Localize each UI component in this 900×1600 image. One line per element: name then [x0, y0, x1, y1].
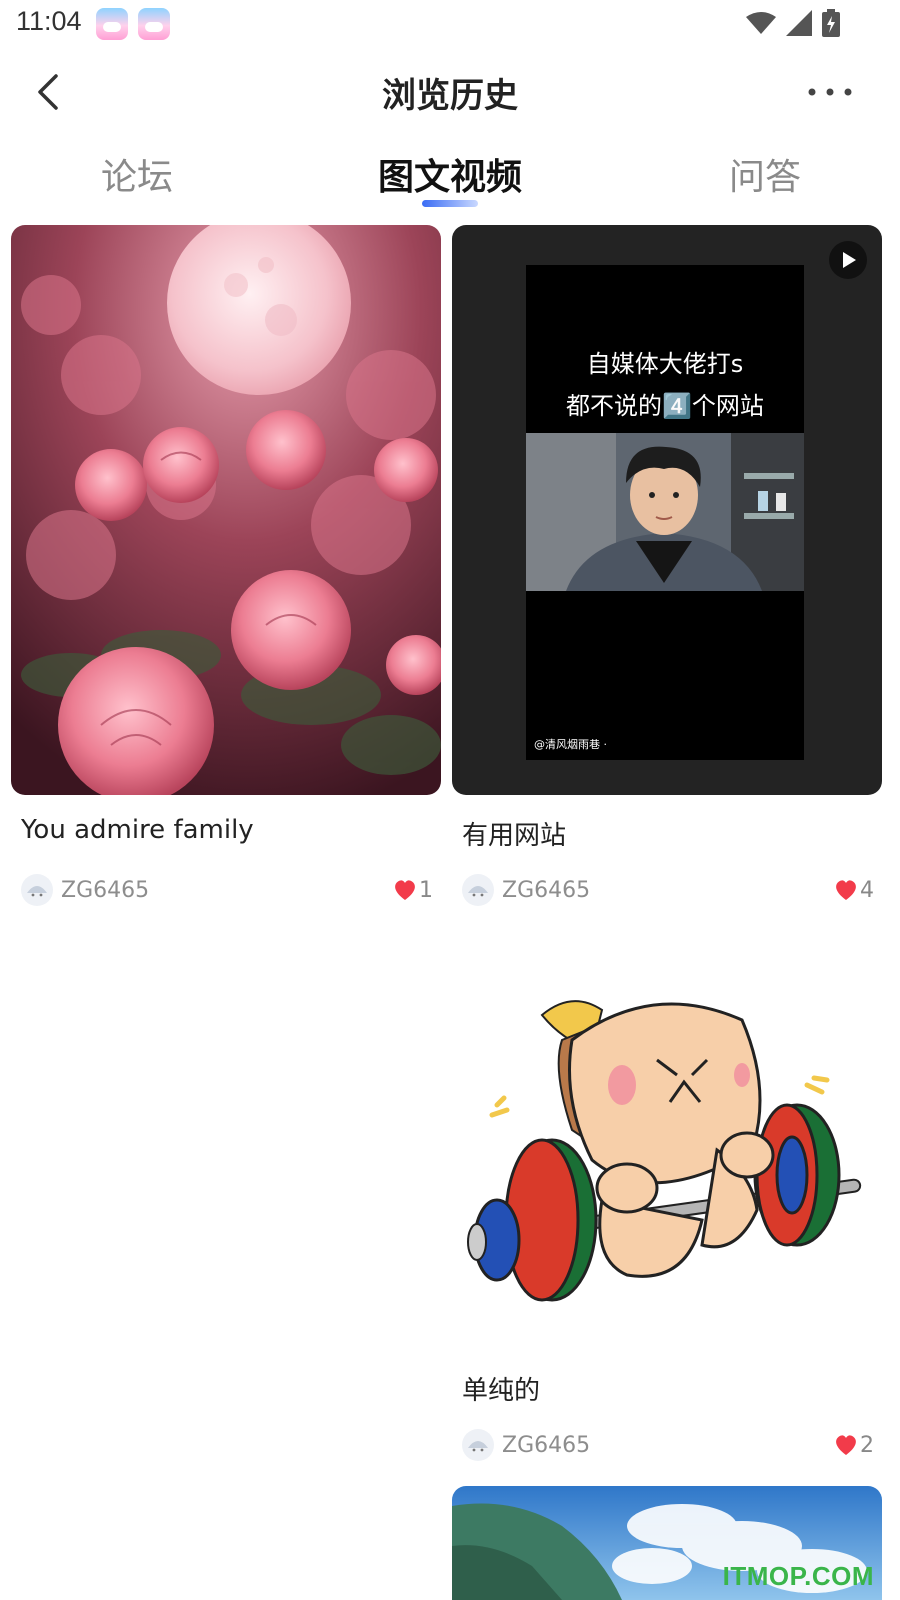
- post-meta: ZG6465 4: [462, 873, 874, 907]
- system-icons: [746, 8, 840, 38]
- avatar-icon: [468, 1441, 488, 1452]
- post-meta: ZG6465 2: [462, 1428, 874, 1462]
- page-title: 浏览历史: [382, 76, 518, 116]
- heart-icon: [836, 880, 856, 900]
- post-card[interactable]: 单纯的 ZG6465 2: [452, 980, 882, 1461]
- cartoon-weightlifting-sticker: [467, 1000, 862, 1302]
- avatar-icon: [468, 886, 488, 897]
- avatar-icon: [27, 886, 47, 897]
- status-time: 11:04: [16, 6, 82, 36]
- video-text-line: 自媒体大佬打s: [586, 350, 744, 378]
- heart-icon: [395, 880, 415, 900]
- author-name[interactable]: ZG6465: [61, 878, 149, 903]
- video-credit: @清风烟雨巷 ·: [534, 738, 607, 751]
- author-name[interactable]: ZG6465: [502, 1433, 590, 1458]
- tab-qa[interactable]: 问答: [729, 148, 801, 200]
- avatar[interactable]: [21, 874, 53, 906]
- author-name[interactable]: ZG6465: [502, 878, 590, 903]
- like-count[interactable]: 4: [834, 878, 874, 903]
- video-text-line: 都不说的4️⃣个网站: [566, 392, 764, 420]
- like-count-value: 2: [860, 1432, 874, 1458]
- avatar[interactable]: [462, 1429, 494, 1461]
- signal-icon: [786, 10, 812, 36]
- post-caption[interactable]: You admire family: [21, 815, 254, 845]
- like-count[interactable]: 2: [834, 1433, 874, 1458]
- app-notification-icon: [138, 8, 170, 40]
- post-meta: ZG6465 1: [21, 873, 433, 907]
- post-caption[interactable]: 有用网站: [462, 815, 566, 852]
- tab-bar: 论坛 图文视频 问答: [0, 148, 900, 208]
- like-count[interactable]: 1: [393, 878, 433, 903]
- play-icon[interactable]: [829, 241, 867, 279]
- heart-icon: [836, 1435, 856, 1455]
- watermark: ITMOP.COM: [722, 1561, 874, 1591]
- like-count-value: 1: [419, 877, 433, 903]
- post-thumbnail[interactable]: [452, 980, 882, 1350]
- post-card[interactable]: 自媒体大佬打s 都不说的4️⃣个网站 @清风烟雨巷 · 有用网站 ZG6465 …: [452, 225, 882, 906]
- status-bar: 11:04: [0, 0, 900, 48]
- post-caption[interactable]: 单纯的: [462, 1370, 540, 1407]
- avatar[interactable]: [462, 874, 494, 906]
- like-count-value: 4: [860, 877, 874, 903]
- battery-icon: [822, 9, 840, 37]
- video-overlay-text: 自媒体大佬打s 都不说的4️⃣个网站: [526, 343, 804, 427]
- app-notification-icon: [96, 8, 128, 40]
- person-video-still: [526, 433, 804, 591]
- video-frame: 自媒体大佬打s 都不说的4️⃣个网站 @清风烟雨巷 ·: [526, 265, 804, 760]
- tab-forum[interactable]: 论坛: [101, 148, 173, 200]
- wifi-icon: [746, 12, 776, 34]
- tab-posts-videos[interactable]: 图文视频: [378, 148, 522, 200]
- pink-roses-full-moon-image: [11, 225, 441, 795]
- post-thumbnail[interactable]: [11, 225, 441, 795]
- post-card[interactable]: You admire family ZG6465 1: [11, 225, 441, 906]
- active-tab-indicator: [422, 200, 478, 207]
- more-options-icon[interactable]: [800, 74, 860, 110]
- post-video-thumbnail[interactable]: 自媒体大佬打s 都不说的4️⃣个网站 @清风烟雨巷 ·: [452, 225, 882, 795]
